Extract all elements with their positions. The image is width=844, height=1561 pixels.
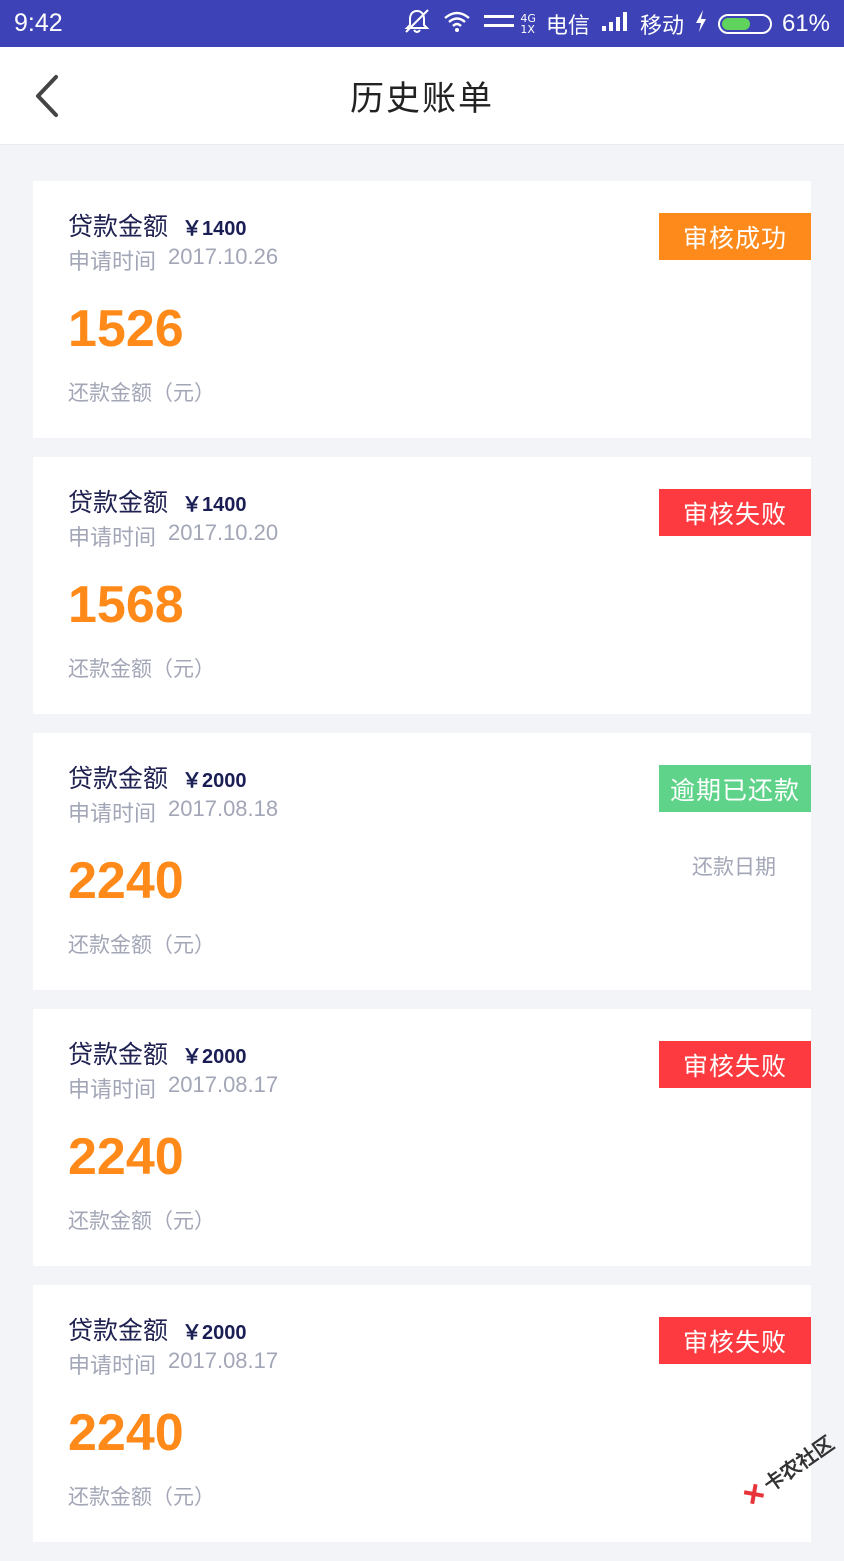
repay-amount-label: 还款金额（元）	[68, 381, 215, 405]
repay-amount-value: 1568	[68, 576, 184, 634]
apply-row: 申请时间 2017.10.26	[68, 244, 278, 276]
battery-icon	[717, 13, 772, 34]
apply-time-value: 2017.08.17	[168, 1072, 279, 1097]
status-time: 9:42	[14, 9, 63, 37]
bill-card[interactable]: 贷款金额 ￥1400 申请时间 2017.10.26 1526 还款金额（元） …	[33, 181, 811, 438]
loan-amount-value: ￥2000	[182, 770, 247, 792]
loan-amount-value: ￥1400	[182, 494, 247, 516]
repay-amount-label: 还款金额（元）	[68, 657, 215, 681]
repay-amount-value: 2240	[68, 1128, 184, 1186]
signal-bars-icon	[600, 10, 630, 38]
battery-percent: 61%	[781, 9, 830, 37]
page-title: 历史账单	[350, 79, 494, 119]
apply-time-value: 2017.08.18	[168, 796, 279, 821]
loan-row: 贷款金额 ￥2000	[68, 1311, 247, 1347]
status-badge: 逾期已还款	[659, 765, 811, 812]
bill-card[interactable]: 贷款金额 ￥2000 申请时间 2017.08.17 2240 还款金额（元） …	[33, 1285, 811, 1542]
apply-row: 申请时间 2017.08.18	[68, 796, 278, 828]
apply-time-value: 2017.10.20	[168, 520, 279, 545]
repay-amount-value: 2240	[68, 852, 184, 910]
loan-row: 贷款金额 ￥2000	[68, 759, 247, 795]
repay-amount-label: 还款金额（元）	[68, 1485, 215, 1509]
network-type: 4G 1X	[520, 13, 536, 35]
status-badge: 审核失败	[659, 1041, 811, 1088]
loan-amount-label: 贷款金额	[68, 212, 169, 241]
status-bar: 9:42 4G 1X 电信 移动 61%	[0, 0, 844, 47]
page-header: 历史账单	[0, 47, 844, 145]
repay-amount-label: 还款金额（元）	[68, 933, 215, 957]
loan-amount-label: 贷款金额	[68, 764, 169, 793]
bill-list: 贷款金额 ￥1400 申请时间 2017.10.26 1526 还款金额（元） …	[33, 181, 811, 1561]
status-badge: 审核失败	[659, 489, 811, 536]
apply-time-label: 申请时间	[68, 802, 157, 827]
repay-date-label: 还款日期	[692, 855, 776, 879]
loan-amount-label: 贷款金额	[68, 488, 169, 517]
bill-card[interactable]: 贷款金额 ￥1400 申请时间 2017.10.20 1568 还款金额（元） …	[33, 457, 811, 714]
apply-time-label: 申请时间	[68, 1078, 157, 1103]
apply-row: 申请时间 2017.08.17	[68, 1072, 278, 1104]
carrier-1: 电信	[545, 13, 590, 39]
loan-row: 贷款金额 ￥1400	[68, 207, 247, 243]
apply-time-label: 申请时间	[68, 250, 157, 275]
carrier-2: 移动	[639, 13, 684, 39]
signal-icon	[482, 10, 516, 38]
loan-amount-label: 贷款金额	[68, 1316, 169, 1345]
status-indicators: 4G 1X 电信 移动 61%	[402, 7, 830, 41]
repay-amount-value: 1526	[68, 300, 184, 358]
status-badge: 审核失败	[659, 1317, 811, 1364]
apply-time-label: 申请时间	[68, 526, 157, 551]
loan-amount-label: 贷款金额	[68, 1040, 169, 1069]
apply-time-value: 2017.10.26	[168, 244, 279, 269]
apply-row: 申请时间 2017.10.20	[68, 520, 278, 552]
network-type-top: 4G	[520, 11, 536, 25]
loan-amount-value: ￥2000	[182, 1322, 247, 1344]
loan-amount-value: ￥2000	[182, 1046, 247, 1068]
apply-row: 申请时间 2017.08.17	[68, 1348, 278, 1380]
apply-time-value: 2017.08.17	[168, 1348, 279, 1373]
charging-icon	[694, 9, 708, 39]
loan-row: 贷款金额 ￥1400	[68, 483, 247, 519]
wifi-icon	[442, 9, 472, 39]
network-type-bottom: 1X	[520, 22, 535, 36]
bill-card[interactable]: 贷款金额 ￥2000 申请时间 2017.08.17 2240 还款金额（元） …	[33, 1009, 811, 1266]
loan-row: 贷款金额 ￥2000	[68, 1035, 247, 1071]
status-badge: 审核成功	[659, 213, 811, 260]
repay-amount-value: 2240	[68, 1404, 184, 1462]
loan-amount-value: ￥1400	[182, 218, 247, 240]
apply-time-label: 申请时间	[68, 1354, 157, 1379]
mute-icon	[402, 7, 432, 41]
battery-fill	[721, 17, 750, 30]
bill-card[interactable]: 贷款金额 ￥2000 申请时间 2017.08.18 2240 还款金额（元） …	[33, 733, 811, 990]
repay-amount-label: 还款金额（元）	[68, 1209, 215, 1233]
